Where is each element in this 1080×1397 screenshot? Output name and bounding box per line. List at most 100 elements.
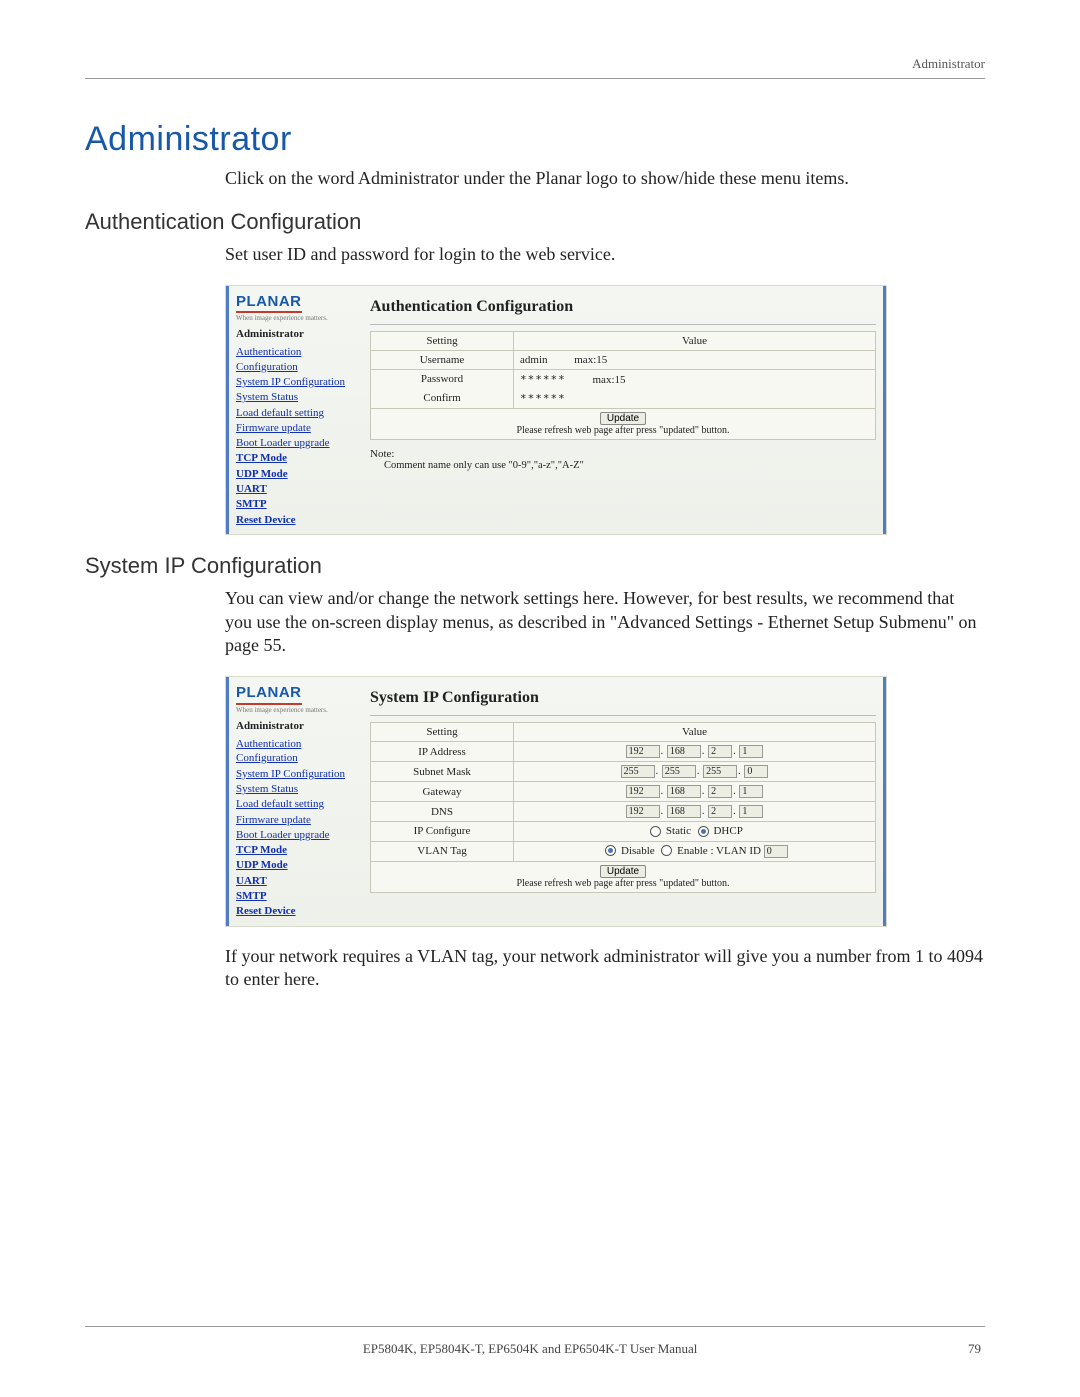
radio-vlan-disable[interactable] xyxy=(605,845,616,856)
sidebar2-item-status[interactable]: System Status xyxy=(236,782,354,796)
sidebar-item-reset[interactable]: Reset Device xyxy=(236,513,354,527)
auth-col-value: Value xyxy=(514,331,876,350)
auth-screenshot: PLANAR When image experience matters. Ad… xyxy=(225,285,887,535)
ip-addr-value: 192. 168. 2. 1 xyxy=(514,742,876,762)
auth-update-button[interactable]: Update xyxy=(600,412,646,425)
gw-o4[interactable]: 1 xyxy=(739,785,763,798)
auth-username-max: max:15 xyxy=(574,354,607,366)
sidebar2-item-bootloader[interactable]: Boot Loader upgrade xyxy=(236,828,354,842)
footer-page: 79 xyxy=(968,1341,981,1357)
mask-label: Subnet Mask xyxy=(371,762,514,782)
gw-value: 192. 168. 2. 1 xyxy=(514,782,876,802)
mask-o3[interactable]: 255 xyxy=(703,765,737,778)
dns-value: 192. 168. 2. 1 xyxy=(514,802,876,822)
ipcfg-value: Static DHCP xyxy=(514,822,876,841)
sidebar-head-2: Administrator xyxy=(236,719,354,733)
auth-pane-title: Authentication Configuration xyxy=(370,298,876,325)
intro-text: Click on the word Administrator under th… xyxy=(225,167,985,191)
sidebar-item-uart[interactable]: UART xyxy=(236,482,354,496)
ip-screenshot: PLANAR When image experience matters. Ad… xyxy=(225,676,887,926)
sidebar-item-bootloader[interactable]: Boot Loader upgrade xyxy=(236,436,354,450)
vlan-id-input[interactable]: 0 xyxy=(764,845,788,858)
dns-o4[interactable]: 1 xyxy=(739,805,763,818)
dns-o2[interactable]: 168 xyxy=(667,805,701,818)
auth-desc: Set user ID and password for login to th… xyxy=(225,243,985,267)
ip-o4[interactable]: 1 xyxy=(739,745,763,758)
vlan-value: Disable Enable : VLAN ID 0 xyxy=(514,841,876,861)
radio-static[interactable] xyxy=(650,826,661,837)
auth-password-max: max:15 xyxy=(593,374,626,386)
sidebar-item-tcp[interactable]: TCP Mode xyxy=(236,451,354,465)
dns-label: DNS xyxy=(371,802,514,822)
sidebar2-item-smtp[interactable]: SMTP xyxy=(236,889,354,903)
planar-tagline: When image experience matters. xyxy=(236,314,354,323)
footer-manual: EP5804K, EP5804K-T, EP6504K and EP6504K-… xyxy=(363,1341,698,1357)
gw-o3[interactable]: 2 xyxy=(708,785,732,798)
ip-col-setting: Setting xyxy=(371,723,514,742)
auth-col-setting: Setting xyxy=(371,331,514,350)
vlan-label: VLAN Tag xyxy=(371,841,514,861)
sidebar2-item-reset[interactable]: Reset Device xyxy=(236,904,354,918)
ip-pane: System IP Configuration Setting Value IP… xyxy=(360,677,886,925)
sidebar-item-auth[interactable]: Authentication Configuration xyxy=(236,345,354,374)
auth-confirm-label: Confirm xyxy=(371,389,514,409)
sidebar-item-status[interactable]: System Status xyxy=(236,390,354,404)
sidebar2-item-tcp[interactable]: TCP Mode xyxy=(236,843,354,857)
planar-logo-2: PLANAR xyxy=(236,683,302,705)
auth-password-value[interactable]: ****** xyxy=(520,373,566,386)
auth-sidebar: PLANAR When image experience matters. Ad… xyxy=(226,286,360,534)
ip-sidebar: PLANAR When image experience matters. Ad… xyxy=(226,677,360,925)
ip-refresh-note: Please refresh web page after press "upd… xyxy=(516,878,729,889)
gw-o2[interactable]: 168 xyxy=(667,785,701,798)
radio-vlan-enable[interactable] xyxy=(661,845,672,856)
radio-dhcp[interactable] xyxy=(698,826,709,837)
planar-logo: PLANAR xyxy=(236,292,302,314)
page-footer: . EP5804K, EP5804K-T, EP6504K and EP6504… xyxy=(85,1326,985,1357)
sidebar2-item-auth[interactable]: Authentication Configuration xyxy=(236,737,354,766)
auth-note-line: Comment name only can use "0-9","a-z","A… xyxy=(384,460,876,471)
top-rule xyxy=(85,78,985,79)
sidebar-item-sysip[interactable]: System IP Configuration xyxy=(236,375,354,389)
ip-pane-title: System IP Configuration xyxy=(370,689,876,716)
sidebar2-item-loaddefault[interactable]: Load default setting xyxy=(236,797,354,811)
auth-password-label: Password xyxy=(371,369,514,389)
sidebar-item-loaddefault[interactable]: Load default setting xyxy=(236,406,354,420)
mask-value: 255. 255. 255. 0 xyxy=(514,762,876,782)
ip-table: Setting Value IP Address 192. 168. 2. 1 … xyxy=(370,722,876,892)
ip-post-text: If your network requires a VLAN tag, you… xyxy=(225,945,985,993)
planar-tagline-2: When image experience matters. xyxy=(236,706,354,715)
auth-confirm-value[interactable]: ****** xyxy=(520,392,566,405)
sidebar2-item-uart[interactable]: UART xyxy=(236,874,354,888)
page-title: Administrator xyxy=(85,120,985,159)
gw-o1[interactable]: 192 xyxy=(626,785,660,798)
dns-o1[interactable]: 192 xyxy=(626,805,660,818)
sidebar-item-udp[interactable]: UDP Mode xyxy=(236,467,354,481)
mask-o4[interactable]: 0 xyxy=(744,765,768,778)
sidebar-item-smtp[interactable]: SMTP xyxy=(236,497,354,511)
auth-note-head: Note: xyxy=(370,448,876,460)
ip-desc: You can view and/or change the network s… xyxy=(225,587,985,658)
ip-o2[interactable]: 168 xyxy=(667,745,701,758)
ipcfg-label: IP Configure xyxy=(371,822,514,841)
sidebar2-item-sysip[interactable]: System IP Configuration xyxy=(236,767,354,781)
ip-heading: System IP Configuration xyxy=(85,553,985,579)
ipcfg-static: Static xyxy=(666,825,691,837)
ipcfg-dhcp: DHCP xyxy=(713,825,742,837)
sidebar-head: Administrator xyxy=(236,327,354,341)
ip-o1[interactable]: 192 xyxy=(626,745,660,758)
auth-heading: Authentication Configuration xyxy=(85,209,985,235)
sidebar2-item-firmware[interactable]: Firmware update xyxy=(236,813,354,827)
auth-username-label: Username xyxy=(371,350,514,369)
sidebar2-item-udp[interactable]: UDP Mode xyxy=(236,858,354,872)
sidebar-item-firmware[interactable]: Firmware update xyxy=(236,421,354,435)
ip-addr-label: IP Address xyxy=(371,742,514,762)
gw-label: Gateway xyxy=(371,782,514,802)
dns-o3[interactable]: 2 xyxy=(708,805,732,818)
ip-o3[interactable]: 2 xyxy=(708,745,732,758)
auth-pane: Authentication Configuration Setting Val… xyxy=(360,286,886,534)
ip-update-button[interactable]: Update xyxy=(600,865,646,878)
auth-username-value[interactable]: admin xyxy=(520,354,548,366)
mask-o2[interactable]: 255 xyxy=(662,765,696,778)
mask-o1[interactable]: 255 xyxy=(621,765,655,778)
vlan-enable: Enable xyxy=(677,845,708,857)
